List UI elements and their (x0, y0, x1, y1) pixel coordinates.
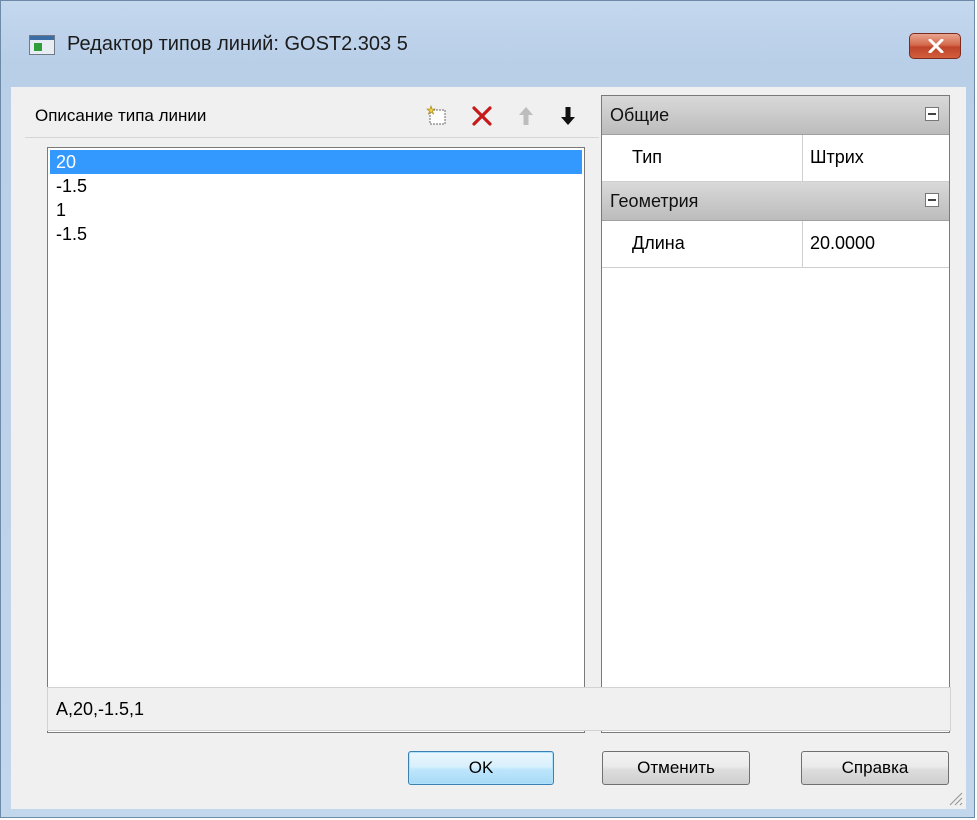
property-name: Длина (632, 233, 685, 253)
linetype-description-label: Описание типа линии (35, 106, 207, 125)
property-value[interactable]: Штрих (810, 147, 864, 168)
property-grid: Общие Тип Штрих Геометрия Длина 20.0000 (601, 95, 950, 733)
help-button[interactable]: Справка (801, 751, 949, 785)
category-label: Общие (610, 105, 670, 125)
category-label: Геометрия (610, 191, 699, 211)
move-up-icon[interactable] (513, 103, 539, 129)
property-value[interactable]: 20.0000 (810, 233, 875, 254)
property-name: Тип (632, 147, 663, 167)
linetype-description-header: Описание типа линии (25, 93, 599, 138)
collapse-icon[interactable] (925, 107, 939, 121)
resize-grip-icon[interactable] (946, 789, 964, 807)
property-row-type[interactable]: Тип Штрих (602, 135, 949, 182)
category-geometry[interactable]: Геометрия (602, 182, 949, 221)
linetype-element-list[interactable]: 20 -1.5 1 -1.5 (47, 147, 585, 733)
property-divider (802, 135, 803, 181)
linetype-definition-text: A,20,-1.5,1 (56, 699, 145, 719)
close-button[interactable] (909, 33, 961, 59)
linetype-definition-field[interactable]: A,20,-1.5,1 (47, 687, 951, 731)
title-bar[interactable]: Редактор типов линий: GOST2.303 5 (1, 1, 974, 87)
close-icon (928, 39, 944, 53)
ok-button[interactable]: OK (408, 751, 554, 785)
linetype-editor-window: Редактор типов линий: GOST2.303 5 Описан… (0, 0, 975, 818)
new-element-icon[interactable] (425, 103, 451, 129)
dialog-client-area: Описание типа линии 20 -1.5 1 -1.5 Общие… (11, 87, 966, 809)
property-divider (802, 221, 803, 267)
move-down-icon[interactable] (555, 103, 581, 129)
cancel-button[interactable]: Отменить (602, 751, 750, 785)
window-title: Редактор типов линий: GOST2.303 5 (67, 33, 408, 55)
list-item[interactable]: 20 (50, 150, 582, 174)
list-item[interactable]: -1.5 (48, 174, 584, 198)
list-item[interactable]: -1.5 (48, 222, 584, 246)
app-window-icon (29, 35, 55, 55)
property-row-length[interactable]: Длина 20.0000 (602, 221, 949, 268)
delete-icon[interactable] (469, 103, 495, 129)
category-general[interactable]: Общие (602, 96, 949, 135)
list-item[interactable]: 1 (48, 198, 584, 222)
collapse-icon[interactable] (925, 193, 939, 207)
